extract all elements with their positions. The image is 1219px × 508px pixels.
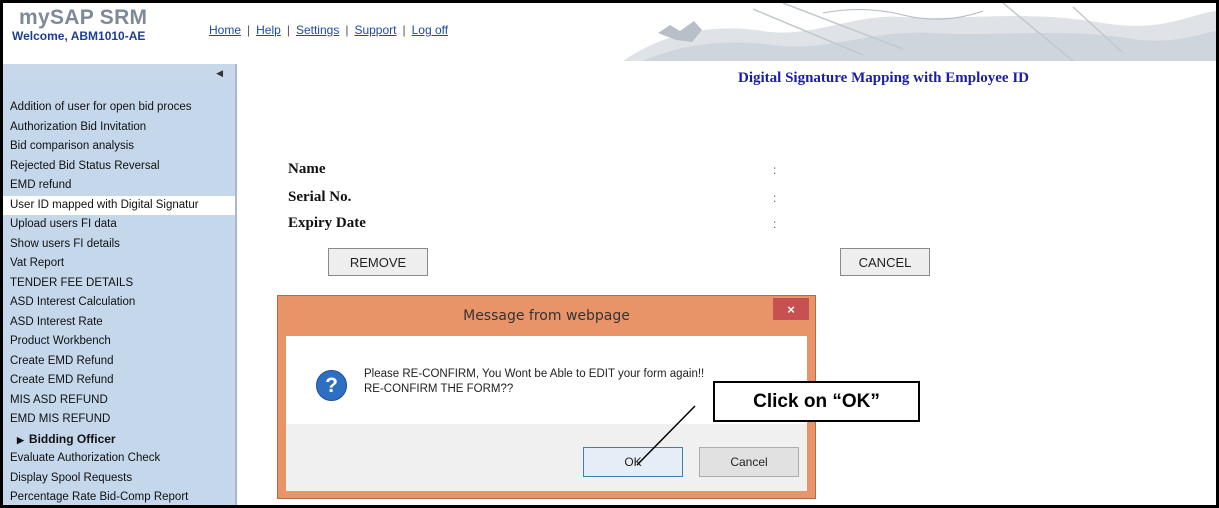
dialog-message-line-2: RE-CONFIRM THE FORM?? xyxy=(364,383,514,395)
ok-button[interactable]: OK xyxy=(583,447,683,477)
cancel-button[interactable]: CANCEL xyxy=(840,248,930,276)
sidebar-item-label: Authorization Bid Invitation xyxy=(10,120,147,133)
sidebar-item-label: Display Spool Requests xyxy=(10,471,133,484)
sidebar-item-rejected-bid-status-reversal[interactable]: Rejected Bid Status Reversal xyxy=(3,157,235,177)
sidebar-item-show-users-fi-details[interactable]: Show users FI details xyxy=(3,235,235,255)
header-banner-art xyxy=(603,3,1216,61)
dialog-message-line-1: Please RE-CONFIRM, You Wont be Able to E… xyxy=(364,368,705,380)
sidebar-item-tender-fee-details[interactable]: TENDER FEE DETAILS xyxy=(3,274,235,294)
expiry-date-label: Expiry Date xyxy=(288,215,366,231)
sidebar-item-label: ASD Interest Calculation xyxy=(10,296,136,308)
sidebar-item-asd-interest-calculation[interactable]: ASD Interest Calculation xyxy=(3,293,235,313)
sidebar-item-user-id-mapped-with-digital-signatur[interactable]: User ID mapped with Digital Signatur xyxy=(3,195,235,215)
top-navigation: Home | Help | Settings | Support | Log off xyxy=(209,23,448,37)
sidebar-item-label: EMD refund xyxy=(10,179,72,191)
sidebar-item-label: Addition of user for open bid proces xyxy=(10,101,192,113)
remove-button[interactable]: REMOVE xyxy=(328,248,428,276)
sidebar-item-label: Evaluate Authorization Check xyxy=(10,452,161,464)
sidebar-item-product-workbench[interactable]: Product Workbench xyxy=(3,332,235,352)
instruction-callout: Click on “OK” xyxy=(713,381,920,422)
question-icon: ? xyxy=(316,370,347,401)
sidebar: ◀ Addition of user for open bid proces Au… xyxy=(3,64,235,505)
expand-triangle-icon[interactable]: ▶ xyxy=(17,435,24,445)
sidebar-item-evaluate-authorization-check[interactable]: Evaluate Authorization Check xyxy=(3,449,235,469)
sidebar-section-bidding-officer[interactable]: ▶ Bidding Officer xyxy=(3,430,235,450)
sidebar-item-upload-users-fi-data[interactable]: Upload users FI data xyxy=(3,215,235,235)
sidebar-item-label: Create EMD Refund xyxy=(10,374,114,386)
dialog-close-icon[interactable]: × xyxy=(773,298,809,320)
dialog-cancel-button[interactable]: Cancel xyxy=(699,447,799,477)
sidebar-item-label: Vat Report xyxy=(10,257,65,269)
nav-separator: | xyxy=(247,23,251,37)
sidebar-item-label: MIS ASD REFUND xyxy=(10,393,108,406)
sidebar-item-label: Product Workbench xyxy=(10,335,111,347)
sidebar-item-display-spool-requests[interactable]: Display Spool Requests xyxy=(3,469,235,489)
sidebar-item-label: Upload users FI data xyxy=(10,218,117,230)
sidebar-item-create-emd-refund[interactable]: Create EMD Refund xyxy=(3,352,235,372)
sidebar-item-mis-asd-refund[interactable]: MIS ASD REFUND xyxy=(3,391,235,411)
nav-separator: | xyxy=(286,23,290,37)
sidebar-item-label: TENDER FEE DETAILS xyxy=(10,276,134,289)
sidebar-divider[interactable] xyxy=(235,64,237,505)
name-label: Name xyxy=(288,161,326,177)
nav-separator: | xyxy=(402,23,406,37)
sidebar-item-label: Create EMD Refund xyxy=(10,354,114,367)
sidebar-item-label: Show users FI details xyxy=(10,237,120,250)
header: mySAP SRM Welcome, ABM1010-AE Home | Help |… xyxy=(3,3,1216,61)
nav-link-support[interactable]: Support xyxy=(354,23,396,37)
page-title: Digital Signature Mapping with Employee … xyxy=(738,70,1029,86)
sidebar-item-label: EMD MIS REFUND xyxy=(10,413,111,425)
sidebar-item-asd-interest-rate[interactable]: ASD Interest Rate xyxy=(3,313,235,333)
serial-no-colon: : xyxy=(773,191,777,205)
sidebar-item-label: ASD Interest Rate xyxy=(10,315,103,328)
sidebar-item-label: Percentage Rate Bid-Comp Report xyxy=(10,491,189,503)
sidebar-item-create-emd-refund[interactable]: Create EMD Refund xyxy=(3,371,235,391)
name-colon: : xyxy=(773,163,777,177)
welcome-text: Welcome, ABM1010-AE xyxy=(12,29,146,43)
sidebar-item-bid-comparison-analysis[interactable]: Bid comparison analysis xyxy=(3,137,235,157)
sidebar-collapse-bar: ◀ xyxy=(3,64,235,82)
collapse-arrow-icon[interactable]: ◀ xyxy=(216,68,223,79)
sidebar-item-addition-of-user-for-open-bid-proces[interactable]: Addition of user for open bid proces xyxy=(3,98,235,118)
sidebar-item-emd-refund[interactable]: EMD refund xyxy=(3,176,235,196)
nav-link-help[interactable]: Help xyxy=(256,23,281,37)
sidebar-item-label: User ID mapped with Digital Signatur xyxy=(10,198,199,211)
serial-no-label: Serial No. xyxy=(288,189,352,205)
nav-link-home[interactable]: Home xyxy=(209,23,241,37)
dialog-titlebar[interactable]: Message from webpage × xyxy=(278,296,815,336)
sidebar-item-authorization-bid-invitation[interactable]: Authorization Bid Invitation xyxy=(3,118,235,138)
app-logo: mySAP SRM xyxy=(19,6,148,29)
sidebar-menu: Addition of user for open bid proces Auth… xyxy=(3,98,235,505)
nav-link-settings[interactable]: Settings xyxy=(296,23,339,37)
dialog-title: Message from webpage xyxy=(463,308,630,324)
nav-link-log-off[interactable]: Log off xyxy=(412,23,448,37)
expiry-date-colon: : xyxy=(773,217,777,231)
browser-frame: mySAP SRM Welcome, ABM1010-AE Home | Help |… xyxy=(0,0,1219,508)
sidebar-item-emd-mis-refund[interactable]: EMD MIS REFUND xyxy=(3,410,235,430)
sidebar-item-label: Bid comparison analysis xyxy=(10,140,135,152)
sidebar-item-label: Rejected Bid Status Reversal xyxy=(10,159,160,172)
sidebar-item-vat-report[interactable]: Vat Report xyxy=(3,254,235,274)
nav-separator: | xyxy=(345,23,349,37)
dialog-footer: OK Cancel xyxy=(286,424,807,491)
sidebar-item-percentage-rate-bid-comp-report[interactable]: Percentage Rate Bid-Comp Report xyxy=(3,488,235,505)
sidebar-item-label: Bidding Officer xyxy=(28,431,116,446)
